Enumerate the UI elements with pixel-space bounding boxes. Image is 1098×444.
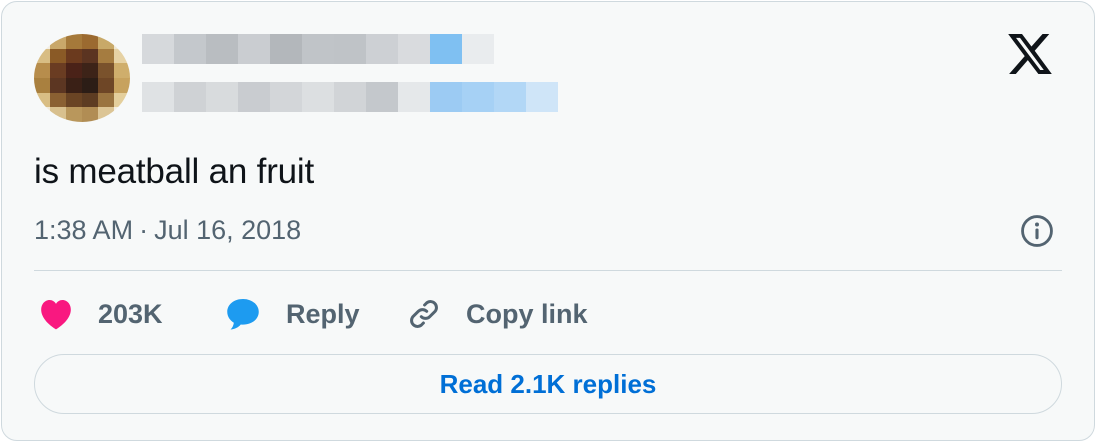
link-icon (410, 300, 438, 328)
read-replies-button[interactable]: Read 2.1K replies (34, 354, 1062, 414)
tweet-card[interactable]: is meatball an fruit 1:38 AM · Jul 16, 201… (1, 1, 1095, 441)
info-icon[interactable] (1020, 214, 1054, 248)
avatar[interactable] (34, 34, 130, 122)
like-button[interactable]: 203K (38, 294, 163, 334)
tweet-time: 1:38 AM (34, 215, 134, 245)
tweet-date: Jul 16, 2018 (154, 215, 302, 245)
x-logo-icon[interactable] (1008, 34, 1052, 74)
divider (34, 270, 1062, 271)
speech-bubble-icon (227, 299, 259, 330)
tweet-timestamp[interactable]: 1:38 AM · Jul 16, 2018 (34, 215, 301, 246)
reply-label: Reply (286, 298, 360, 329)
like-count: 203K (98, 298, 163, 329)
copy-link-button[interactable]: Copy link (406, 294, 588, 334)
heart-icon (41, 300, 71, 330)
copy-link-label: Copy link (466, 298, 588, 329)
author-handle-blurred[interactable] (142, 82, 558, 112)
author-name-blurred[interactable] (142, 34, 494, 64)
tweet-text: is meatball an fruit (34, 152, 315, 191)
meta-separator: · (139, 215, 149, 245)
reply-button[interactable]: Reply (224, 294, 360, 334)
